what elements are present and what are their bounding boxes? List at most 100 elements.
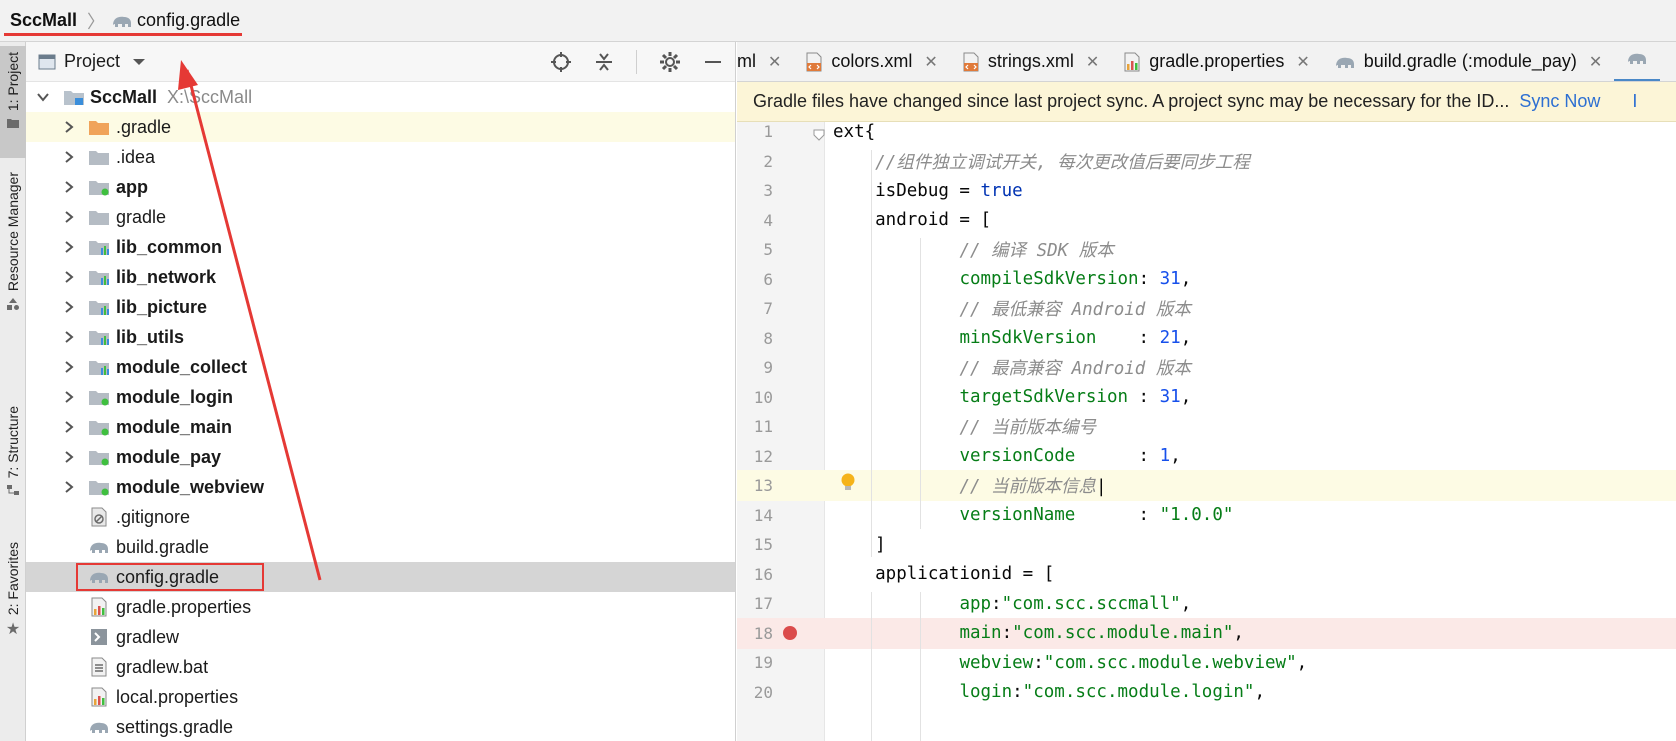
chevron-right-icon[interactable] — [62, 420, 76, 434]
sync-now-link[interactable]: Sync Now — [1519, 91, 1600, 112]
chevron-right-icon[interactable] — [62, 150, 76, 164]
code-line[interactable]: 19 webview:"com.scc.module.webview", — [737, 647, 1676, 678]
code-line[interactable]: 14 versionName : "1.0.0" — [737, 500, 1676, 531]
code-token: "com.scc.module.login" — [1022, 682, 1255, 702]
close-icon[interactable]: ✕ — [1086, 52, 1099, 72]
tree-item[interactable]: lib_network — [26, 262, 735, 292]
code-line[interactable]: 2 //组件独立调试开关, 每次更改值后要同步工程 — [737, 146, 1676, 177]
chevron-right-icon[interactable] — [62, 390, 76, 404]
tree-item-label: module_login — [116, 386, 233, 407]
editor-tab[interactable]: ml ✕ — [737, 42, 793, 81]
code-line[interactable]: 7 // 最低兼容 Android 版本 — [737, 293, 1676, 324]
close-icon[interactable]: ✕ — [768, 52, 781, 72]
tree-item[interactable]: module_webview — [26, 472, 735, 502]
tree-item[interactable]: gradlew — [26, 622, 735, 652]
chevron-right-icon[interactable] — [62, 480, 76, 494]
code-line[interactable]: 11 // 当前版本编号 — [737, 411, 1676, 442]
chevron-right-icon[interactable] — [62, 450, 76, 464]
code-line[interactable]: 20 login:"com.scc.module.login", — [737, 677, 1676, 708]
chevron-right-icon[interactable] — [62, 240, 76, 254]
project-view-selector[interactable]: Project — [64, 51, 120, 72]
gradle-elephant-icon — [113, 16, 132, 27]
notification-more-link[interactable]: I — [1632, 91, 1637, 112]
module-lib-icon — [88, 267, 110, 287]
close-icon[interactable]: ✕ — [1296, 52, 1309, 72]
code-line[interactable]: 12 versionCode : 1, — [737, 441, 1676, 472]
tree-item[interactable]: .gradle — [26, 112, 735, 142]
tree-item[interactable]: gradlew.bat — [26, 652, 735, 682]
chevron-right-icon[interactable] — [62, 120, 76, 134]
code-line[interactable]: 6 compileSdkVersion: 31, — [737, 264, 1676, 295]
code-line[interactable]: 8 minSdkVersion : 21, — [737, 323, 1676, 354]
editor-tab-label: ml — [737, 51, 756, 71]
hide-panel-icon[interactable] — [703, 52, 723, 72]
gear-icon[interactable] — [659, 51, 681, 73]
tree-item[interactable]: .idea — [26, 142, 735, 172]
tool-tab-project[interactable]: 1: Project — [0, 46, 26, 158]
chevron-right-icon[interactable] — [62, 360, 76, 374]
breakpoint-icon[interactable] — [783, 626, 797, 640]
tree-item[interactable]: module_login — [26, 382, 735, 412]
code-line[interactable]: 3 isDebug = true — [737, 175, 1676, 206]
breadcrumb-project[interactable]: SccMall — [10, 10, 77, 31]
tree-item[interactable]: lib_utils — [26, 322, 735, 352]
code-line[interactable]: 17 app:"com.scc.sccmall", — [737, 588, 1676, 619]
breadcrumb-file[interactable]: config.gradle — [111, 10, 240, 31]
editor-tab-active[interactable] — [1614, 42, 1661, 81]
tree-item[interactable]: lib_picture — [26, 292, 735, 322]
chevron-right-icon[interactable] — [62, 270, 76, 284]
tree-root-row[interactable]: SccMall X:\SccMall — [26, 82, 735, 112]
tree-item-selected[interactable]: config.gradle — [26, 562, 735, 592]
editor-tab[interactable]: build.gradle (:module_pay) ✕ — [1322, 42, 1615, 81]
collapse-all-icon[interactable] — [594, 52, 614, 72]
tree-item[interactable]: module_main — [26, 412, 735, 442]
tree-item[interactable]: .gitignore — [26, 502, 735, 532]
code-line[interactable]: 5 // 编译 SDK 版本 — [737, 234, 1676, 265]
editor-tab[interactable]: colors.xml ✕ — [793, 42, 949, 81]
line-number: 16 — [753, 564, 773, 584]
code-editor[interactable]: 1 ext{2 //组件独立调试开关, 每次更改值后要同步工程 3 isDebug … — [737, 122, 1676, 741]
tree-item[interactable]: lib_common — [26, 232, 735, 262]
tree-item[interactable]: gradle.properties — [26, 592, 735, 622]
tree-root-path: X:\SccMall — [167, 86, 253, 107]
tool-tab-resource-manager[interactable]: Resource Manager — [0, 172, 26, 332]
code-line[interactable]: 1 ext{ — [737, 122, 1676, 147]
code-line[interactable]: 13 // 当前版本信息| — [737, 470, 1676, 501]
code-line[interactable]: 10 targetSdkVersion : 31, — [737, 382, 1676, 413]
line-number: 15 — [753, 535, 773, 554]
code-line[interactable]: 15 ] — [737, 529, 1676, 560]
code-line[interactable]: 18 main:"com.scc.module.main", — [737, 617, 1676, 649]
tree-item[interactable]: gradle — [26, 202, 735, 232]
tree-item[interactable]: local.properties — [26, 682, 735, 712]
code-line[interactable]: 9 // 最高兼容 Android 版本 — [737, 352, 1676, 383]
editor-tab[interactable]: gradle.properties ✕ — [1111, 42, 1322, 81]
tree-item[interactable]: settings.gradle — [26, 712, 735, 741]
code-text: // 最低兼容 Android 版本 — [833, 296, 1190, 321]
chevron-expanded-icon[interactable] — [36, 90, 50, 104]
code-line[interactable]: 4 android = [ — [737, 205, 1676, 236]
fold-marker-icon[interactable] — [813, 126, 825, 146]
close-icon[interactable]: ✕ — [1589, 52, 1602, 72]
editor-tab[interactable]: strings.xml ✕ — [950, 42, 1111, 81]
tree-item[interactable]: build.gradle — [26, 532, 735, 562]
tool-tab-structure[interactable]: 7: Structure — [0, 406, 26, 516]
tool-tab-favorites[interactable]: 2: Favorites ★ — [0, 542, 26, 652]
tree-item[interactable]: module_collect — [26, 352, 735, 382]
tool-tab-resource-manager-label: Resource Manager — [5, 172, 21, 292]
chevron-down-icon[interactable] — [132, 57, 146, 67]
chevron-right-icon[interactable] — [62, 300, 76, 314]
tree-item[interactable]: app — [26, 172, 735, 202]
locate-target-icon[interactable] — [550, 51, 572, 73]
code-line[interactable]: 16 applicationid = [ — [737, 559, 1676, 590]
chevron-right-icon[interactable] — [62, 180, 76, 194]
chevron-right-icon[interactable] — [62, 210, 76, 224]
close-icon[interactable]: ✕ — [924, 52, 937, 72]
tree-item[interactable]: module_pay — [26, 442, 735, 472]
chevron-right-icon[interactable] — [62, 330, 76, 344]
